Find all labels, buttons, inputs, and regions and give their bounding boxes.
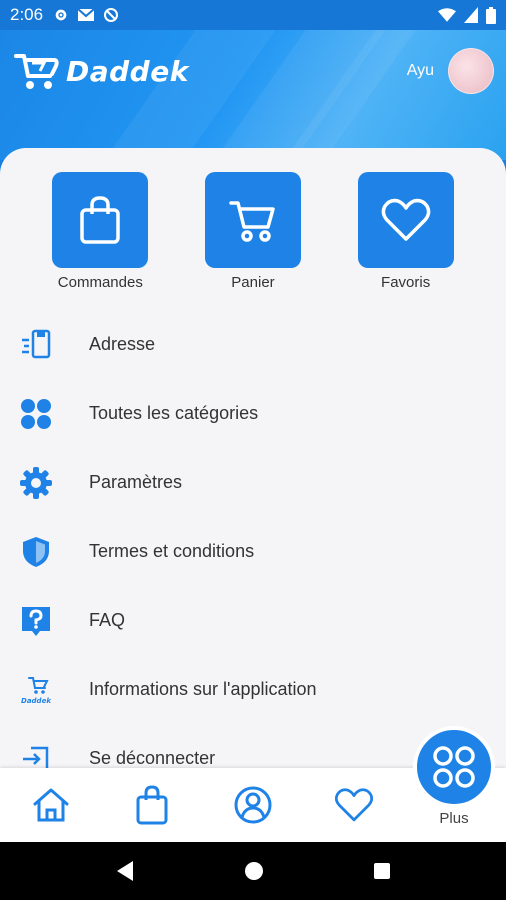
bag-icon [136, 785, 167, 825]
tile-favoris[interactable]: Favoris [341, 172, 471, 291]
cell-signal-icon [464, 7, 478, 23]
menu-list: Adresse Toutes les catégories Paramètres… [0, 310, 506, 793]
plus-label: Plus [439, 810, 469, 827]
heart-icon [334, 788, 373, 822]
app-logo-icon: Daddek [18, 672, 54, 708]
wifi-icon [438, 8, 456, 22]
user-name: Ayu [406, 62, 434, 79]
tile-panier[interactable]: Panier [188, 172, 318, 291]
gmail-status-icon [77, 8, 95, 21]
avatar[interactable] [448, 48, 494, 94]
nav-plus[interactable]: Plus [413, 726, 495, 827]
nav-orders[interactable] [101, 768, 202, 842]
tile-panier-box[interactable] [204, 172, 301, 268]
battery-icon [486, 6, 496, 24]
user-profile[interactable]: Ayu [407, 48, 494, 94]
shield-icon [18, 534, 54, 570]
tile-favoris-box[interactable] [357, 172, 454, 268]
app-name: Daddek [66, 54, 189, 88]
menu-item-label: FAQ [89, 610, 126, 630]
status-time: 2:06 [10, 5, 44, 24]
menu-item-label: Paramètres [89, 472, 183, 492]
tile-commandes-box[interactable] [52, 172, 149, 268]
sync-status-icon [104, 8, 119, 22]
tile-commandes[interactable]: Commandes [35, 172, 165, 291]
app-header: Daddek Ayu [0, 30, 506, 160]
home-icon [33, 788, 68, 822]
grid-icon [433, 746, 475, 788]
settings-status-icon [55, 9, 67, 21]
home-circle-icon[interactable] [244, 861, 264, 881]
app-logo: Daddek [14, 50, 189, 92]
menu-item-termes[interactable]: Termes et conditions [0, 517, 506, 586]
menu-item-label: Adresse [89, 334, 156, 354]
menu-item-label: Termes et conditions [89, 541, 255, 561]
menu-item-label: Informations sur l'application [89, 679, 317, 699]
system-nav-bar [0, 842, 506, 900]
menu-item-faq[interactable]: FAQ [0, 586, 506, 655]
menu-item-informations[interactable]: Daddek Informations sur l'application [0, 655, 506, 724]
status-bar: 2:06 [0, 0, 506, 30]
heart-icon [381, 198, 430, 241]
menu-item-adresse[interactable]: Adresse [0, 310, 506, 379]
nav-profile[interactable] [202, 768, 303, 842]
app-logo-text: Daddek [21, 697, 52, 705]
categories-icon [18, 396, 54, 432]
tile-label: Panier [231, 274, 275, 291]
recents-icon[interactable] [373, 862, 391, 880]
menu-item-label: Se déconnecter [89, 748, 216, 768]
bag-icon [80, 196, 121, 244]
menu-item-parametres[interactable]: Paramètres [0, 448, 506, 517]
menu-item-label: Toutes les catégories [89, 403, 259, 423]
back-icon[interactable] [115, 860, 135, 882]
tile-label: Commandes [57, 274, 143, 291]
address-icon [18, 327, 54, 363]
nav-favorites[interactable] [303, 768, 404, 842]
cart-logo-icon [14, 54, 59, 89]
menu-item-categories[interactable]: Toutes les catégories [0, 379, 506, 448]
gear-icon [18, 465, 54, 501]
quick-tiles: Commandes Panier Favoris [0, 172, 506, 291]
question-icon [18, 603, 54, 639]
plus-button[interactable] [413, 726, 495, 808]
profile-icon [234, 786, 271, 824]
cart-icon [229, 201, 275, 242]
nav-home[interactable] [0, 768, 101, 842]
tile-label: Favoris [381, 274, 431, 291]
